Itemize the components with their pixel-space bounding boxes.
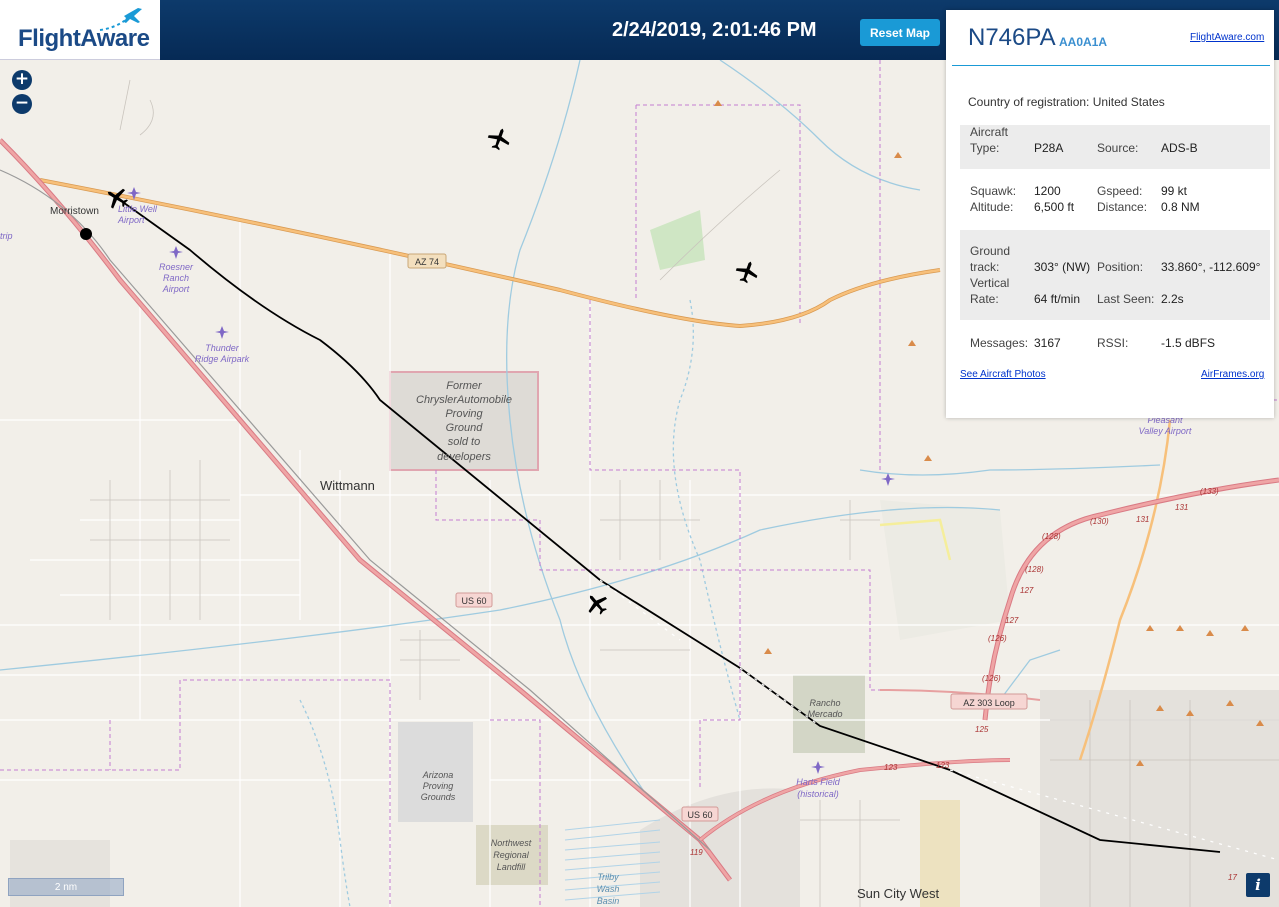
label-arizona-pg-2: Proving: [423, 781, 454, 791]
label-little-well-2: Airport: [117, 215, 145, 225]
last-seen-value: 2.2s: [1161, 292, 1184, 306]
logo-text: FlightAware: [18, 25, 150, 52]
country-row: Country of registration: United States: [968, 95, 1165, 109]
label-arizona-pg-3: Grounds: [421, 792, 456, 802]
label-harts-2: (historical): [797, 789, 839, 799]
road-num-1: (133): [1200, 487, 1219, 496]
ground-track-value: 303° (NW): [1034, 260, 1091, 274]
shield-us60-a: US 60: [461, 596, 486, 606]
road-num-5: (128): [1042, 532, 1061, 541]
vertical-rate-value: 64 ft/min: [1034, 292, 1081, 306]
road-num-11: 125: [975, 725, 989, 734]
rssi-label: RSSI:: [1097, 336, 1129, 350]
flight-tracker-app: FlightAware 2/24/2019, 2:01:46 PM Reset …: [0, 0, 1279, 907]
road-num-7: 127: [1020, 586, 1034, 595]
shield-az303: AZ 303 Loop: [963, 698, 1015, 708]
aircraft-info-panel: N746PA AA0A1A FlightAware.com Country of…: [946, 10, 1274, 418]
distance-label: Distance:: [1097, 200, 1148, 214]
road-num-13: 123: [936, 761, 950, 770]
road-num-10: (126): [982, 674, 1001, 683]
scale-bar: 2 nm: [8, 878, 124, 896]
label-landfill-2: Regional: [493, 850, 530, 860]
road-num-8: 127: [1005, 616, 1019, 625]
position-label: Position:: [1097, 260, 1144, 274]
label-chrysler-2: ChryslerAutomobile: [416, 394, 512, 406]
label-harts-1: Harts Field: [796, 777, 841, 787]
label-landfill-1: Northwest: [491, 838, 532, 848]
label-trilby-1: Trilby: [597, 872, 619, 882]
reset-map-button[interactable]: Reset Map: [860, 19, 940, 46]
aircraft-type-value: P28A: [1034, 141, 1064, 155]
label-strip: trip: [0, 231, 13, 241]
panel-divider: [952, 65, 1270, 66]
gspeed-value: 99 kt: [1161, 184, 1188, 198]
label-chrysler-5: sold to: [448, 436, 480, 448]
zoom-in-button[interactable]: +: [12, 70, 32, 90]
label-rancho-1: Rancho: [809, 698, 840, 708]
label-pleasant-valley-2: Valley Airport: [1139, 426, 1192, 436]
label-roesner-2: Ranch: [163, 273, 189, 283]
shield-az74: AZ 74: [415, 257, 439, 267]
road-num-4: 131: [1175, 503, 1188, 512]
label-thunder-1: Thunder: [205, 343, 240, 353]
current-datetime: 2/24/2019, 2:01:46 PM: [612, 19, 817, 41]
origin-marker: [80, 228, 92, 240]
road-num-15: 17: [1228, 873, 1237, 882]
rssi-value: -1.5 dBFS: [1161, 336, 1216, 350]
road-num-2: (130): [1090, 517, 1109, 526]
info-icon[interactable]: i: [1246, 873, 1270, 897]
ground-track-label-1: Ground: [970, 244, 1011, 258]
vertical-rate-label-2: Rate:: [970, 292, 999, 306]
label-chrysler-3: Proving: [445, 408, 483, 420]
label-sun-city-west: Sun City West: [857, 886, 940, 901]
flightaware-logo[interactable]: FlightAware: [0, 0, 160, 60]
shield-us60-b: US 60: [687, 810, 712, 820]
road-num-6: (128): [1025, 565, 1044, 574]
label-trilby-3: Basin: [597, 896, 620, 906]
altitude-value: 6,500 ft: [1034, 200, 1075, 214]
position-value: 33.860°, -112.609°: [1161, 260, 1261, 274]
ground-track-label-2: track:: [970, 260, 1000, 274]
road-num-3: 131: [1136, 515, 1149, 524]
distance-value: 0.8 NM: [1161, 200, 1200, 214]
squawk-label: Squawk:: [970, 184, 1017, 198]
flightaware-link[interactable]: FlightAware.com: [1190, 32, 1264, 43]
vertical-rate-label-1: Vertical: [970, 276, 1010, 290]
label-chrysler-4: Ground: [446, 422, 484, 434]
airframes-link[interactable]: AirFrames.org: [1201, 369, 1264, 380]
aircraft-type-label-2: Type:: [970, 141, 1000, 155]
label-morristown: Morristown: [50, 206, 99, 217]
label-roesner-3: Airport: [162, 284, 190, 294]
scale-label: 2 nm: [54, 882, 78, 893]
messages-label: Messages:: [970, 336, 1029, 350]
road-num-9: (126): [988, 634, 1007, 643]
see-aircraft-photos-link[interactable]: See Aircraft Photos: [960, 369, 1046, 380]
country-value: United States: [1092, 95, 1165, 109]
road-num-12: 123: [884, 763, 898, 772]
label-chrysler-6: developers: [437, 451, 491, 463]
label-thunder-2: Ridge Airpark: [195, 354, 250, 364]
label-roesner-1: Roesner: [159, 262, 194, 272]
squawk-value: 1200: [1034, 184, 1061, 198]
label-trilby-2: Wash: [597, 884, 620, 894]
label-landfill-3: Landfill: [497, 862, 527, 872]
aircraft-ident: N746PA: [968, 24, 1056, 51]
aircraft-hex: AA0A1A: [1059, 35, 1108, 49]
country-label: Country of registration:: [968, 95, 1090, 109]
aircraft-type-label-1: Aircraft: [970, 125, 1009, 139]
gspeed-label: Gspeed:: [1097, 184, 1143, 198]
label-chrysler-1: Former: [446, 380, 483, 392]
road-num-14: 119: [690, 848, 703, 857]
label-arizona-pg-1: Arizona: [422, 770, 454, 780]
label-wittmann: Wittmann: [320, 478, 375, 493]
source-label: Source:: [1097, 141, 1139, 155]
source-value: ADS-B: [1161, 141, 1198, 155]
last-seen-label: Last Seen:: [1097, 292, 1155, 306]
messages-value: 3167: [1034, 336, 1061, 350]
zoom-out-button[interactable]: −: [12, 94, 32, 114]
label-rancho-2: Mercado: [807, 709, 842, 719]
altitude-label: Altitude:: [970, 200, 1014, 214]
